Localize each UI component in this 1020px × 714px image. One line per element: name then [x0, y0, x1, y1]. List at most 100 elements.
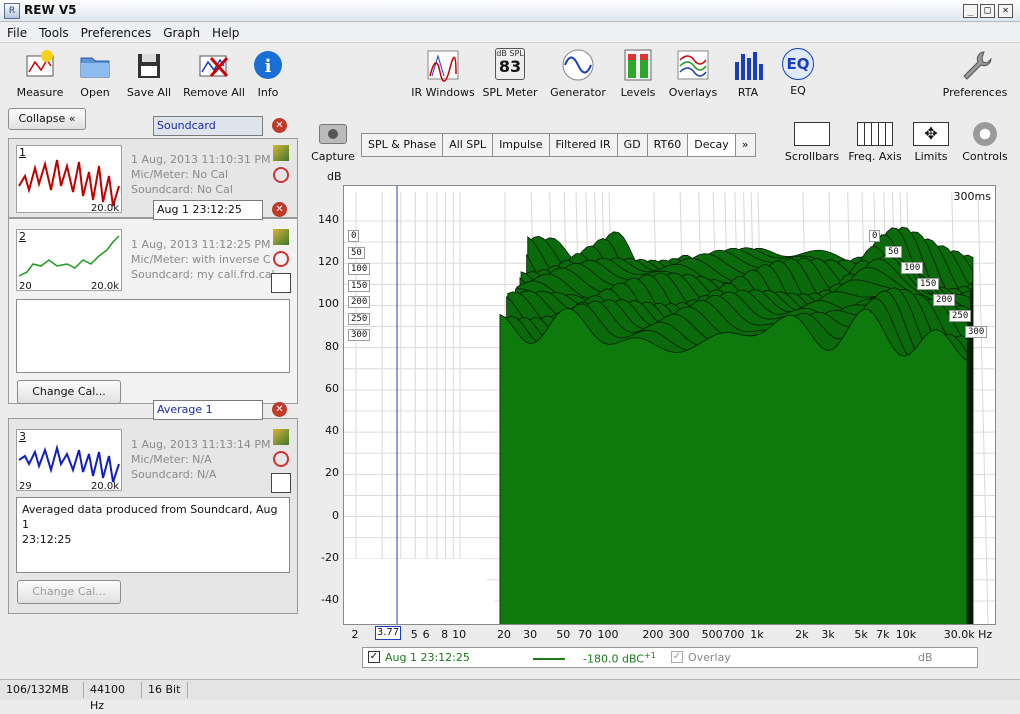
slice-time-label: 300: [348, 329, 371, 341]
mic-cal-3: Mic/Meter: N/A: [131, 453, 212, 466]
menu-help[interactable]: Help: [205, 23, 244, 40]
levels-button[interactable]: Levels: [618, 48, 658, 99]
menu-bar: File Tools Preferences Graph Help: [0, 23, 1020, 43]
x-tick-label: 30: [523, 628, 538, 641]
close-measurement-1-icon[interactable]: ✕: [272, 118, 287, 133]
open-button[interactable]: Open: [72, 48, 118, 99]
slice-time-label: 50: [885, 246, 902, 258]
info-button[interactable]: i Info: [250, 48, 286, 99]
close-window-button[interactable]: ✕: [998, 4, 1013, 18]
overlays-button[interactable]: Overlays: [668, 48, 718, 99]
slice-time-label: 150: [917, 278, 940, 290]
measurement-name-field-3[interactable]: Average 1: [153, 400, 263, 420]
menu-graph[interactable]: Graph: [156, 23, 205, 40]
measurement-card-3[interactable]: 3 29 20.0k 1 Aug, 2013 11:13:14 PM Mic/M…: [8, 418, 298, 614]
menu-file[interactable]: File: [0, 23, 32, 40]
rta-button[interactable]: RTA: [728, 48, 768, 99]
cal-icon[interactable]: [273, 451, 289, 467]
title-bar: R REW V5 _ □ ✕: [0, 0, 1020, 22]
gear-icon: [973, 122, 997, 146]
legend-name: Aug 1 23:12:25: [385, 651, 470, 664]
thumbnail-3[interactable]: 3 29 20.0k: [16, 429, 122, 492]
ir-windows-icon: [426, 48, 460, 82]
measure-button[interactable]: Measure: [12, 48, 68, 99]
notes-textarea-2[interactable]: [16, 299, 290, 373]
tab-more[interactable]: »: [736, 134, 755, 156]
y-tick-label: -40: [321, 593, 339, 606]
ir-windows-button[interactable]: IR Windows: [408, 48, 478, 99]
maximize-button[interactable]: □: [980, 4, 995, 18]
close-measurement-2-icon[interactable]: ✕: [272, 202, 287, 217]
change-cal-button-2[interactable]: Change Cal...: [17, 380, 121, 404]
cal-icon[interactable]: [273, 167, 289, 183]
tab-spl-phase[interactable]: SPL & Phase: [362, 134, 444, 156]
overlay-checkbox[interactable]: ✓: [671, 651, 683, 663]
change-cal-button-3[interactable]: Change Cal...: [17, 580, 121, 604]
sample-rate-status: 44100 Hz: [86, 682, 142, 712]
slice-time-label: 0: [869, 230, 881, 242]
measurement-name-field-1[interactable]: Soundcard: [153, 116, 263, 136]
y-tick-label: 60: [325, 381, 339, 395]
notes-icon[interactable]: [271, 473, 291, 493]
limits-button[interactable]: ✥ Limits: [910, 122, 952, 163]
bit-depth-status: 16 Bit: [144, 682, 188, 698]
y-axis-unit: dB: [327, 170, 342, 183]
soundcard-cal-3: Soundcard: N/A: [131, 468, 217, 481]
tab-all-spl[interactable]: All SPL: [443, 134, 494, 156]
cursor-readout[interactable]: 3.77: [375, 626, 401, 640]
limits-icon: ✥: [913, 122, 949, 146]
x-tick-label: 1k: [750, 628, 764, 641]
window-title: REW V5: [24, 3, 77, 17]
grid-line: [977, 191, 989, 624]
slice-time-label: 0: [348, 230, 360, 242]
thumbnail-2[interactable]: 2 20 20.0k: [16, 229, 122, 292]
measure-icon: [23, 48, 57, 82]
measurement-card-2[interactable]: 2 20 20.0k 1 Aug, 2013 11:12:25 PM Mic/M…: [8, 218, 298, 404]
save-all-button[interactable]: Save All: [124, 48, 174, 99]
spl-meter-button[interactable]: dB SPL 83 SPL Meter: [482, 48, 538, 99]
preferences-button[interactable]: Preferences: [938, 48, 1012, 99]
x-tick-label: 10: [452, 628, 467, 641]
decay-plot[interactable]: 300ms 0 50 100 150 200 250 300 0 50 100 150 200 250…: [343, 185, 996, 625]
x-tick-label: 3k: [821, 628, 835, 641]
edit-icon[interactable]: [273, 429, 289, 445]
cal-icon[interactable]: [273, 251, 289, 267]
menu-preferences[interactable]: Preferences: [74, 23, 157, 40]
y-tick-label: 20: [325, 466, 339, 480]
tab-rt60[interactable]: RT60: [648, 134, 689, 156]
collapse-button[interactable]: Collapse «: [8, 108, 86, 130]
eq-icon: EQ: [782, 48, 814, 80]
eq-button[interactable]: EQ EQ: [778, 48, 818, 97]
remove-all-button[interactable]: Remove All: [182, 48, 246, 99]
menu-tools[interactable]: Tools: [32, 23, 74, 40]
notes-icon[interactable]: [271, 273, 291, 293]
slice-time-label: 250: [949, 310, 972, 322]
tab-impulse[interactable]: Impulse: [493, 134, 550, 156]
legend-value: -180.0 dBC+1: [583, 651, 656, 666]
tab-filtered-ir[interactable]: Filtered IR: [550, 134, 618, 156]
measurement-date-2: 1 Aug, 2013 11:12:25 PM: [131, 238, 271, 251]
edit-icon[interactable]: [273, 229, 289, 245]
thumbnail-1[interactable]: 1 20.0k: [16, 145, 122, 214]
y-tick-label: 100: [318, 297, 339, 311]
x-tick-label: 300: [668, 628, 690, 641]
generator-button[interactable]: Generator: [548, 48, 608, 99]
remove-icon: [197, 48, 231, 82]
notes-textarea-3[interactable]: Averaged data produced from Soundcard, A…: [16, 497, 290, 573]
scrollbars-button[interactable]: Scrollbars: [784, 122, 840, 163]
measurement-name-field-2[interactable]: Aug 1 23:12:25: [153, 200, 263, 220]
edit-icon[interactable]: [273, 145, 289, 161]
legend-unit: dB: [918, 651, 933, 664]
save-icon: [132, 48, 166, 82]
capture-button[interactable]: Capture: [310, 124, 356, 163]
tab-gd[interactable]: GD: [618, 134, 648, 156]
controls-button[interactable]: Controls: [960, 122, 1010, 163]
legend-checkbox[interactable]: ✓: [368, 651, 380, 663]
close-measurement-3-icon[interactable]: ✕: [272, 402, 287, 417]
rta-icon: [731, 48, 765, 82]
freq-axis-button[interactable]: Freq. Axis: [848, 122, 902, 163]
measurement-date-3: 1 Aug, 2013 11:13:14 PM: [131, 438, 271, 451]
memory-status: 106/132MB: [2, 682, 84, 698]
minimize-button[interactable]: _: [963, 4, 978, 18]
tab-decay[interactable]: Decay: [688, 134, 736, 156]
